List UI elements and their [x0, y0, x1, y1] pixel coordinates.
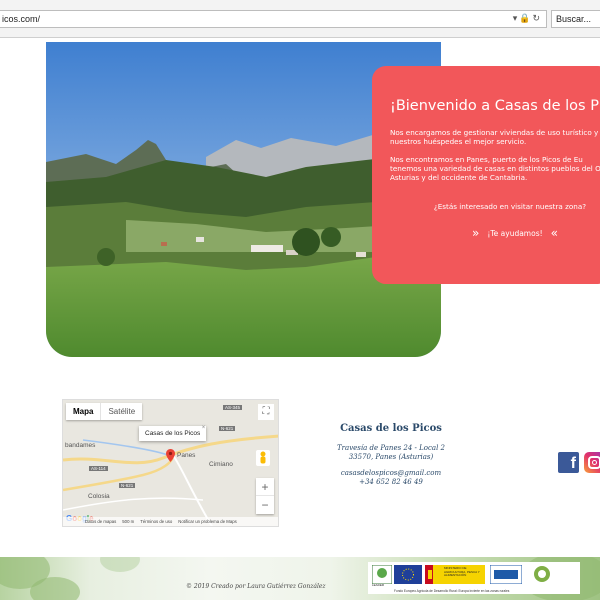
contact-name: Casas de los Picos — [340, 423, 442, 434]
map-place-label: Panes — [177, 452, 196, 459]
welcome-paragraph-2: Nos encontramos en Panes, puerto de los … — [390, 155, 600, 182]
contact-address-line-1: Travesía de Panes 24 - Local 2 — [337, 444, 445, 452]
welcome-paragraph-1: Nos encargamos de gestionar viviendas de… — [390, 128, 600, 146]
double-chevron-right-icon: » — [472, 226, 480, 240]
map-marker-icon[interactable] — [166, 449, 175, 462]
contact-address-line-2: 33570, Panes (Asturias) — [348, 452, 434, 461]
close-icon[interactable]: × — [202, 425, 206, 431]
road-badge: AS-114 — [89, 466, 108, 471]
lock-icon: 🔒 — [519, 13, 533, 23]
map-data-link[interactable]: Datos de mapas — [85, 519, 116, 524]
map-place-label: Colosia — [88, 493, 110, 500]
leader-label: LEADER — [372, 583, 385, 587]
welcome-question: ¿Estás interesado en visitar nuestra zon… — [433, 202, 587, 211]
map-info-window: Casas de los Picos × — [139, 425, 207, 441]
fund-caption: Fondo Europeo Agrícola de Desarrollo Rur… — [394, 589, 510, 593]
map-type-tabs: Mapa Satélite — [66, 403, 143, 420]
page-footer: © 2019 Creado por Laura Gutiérrez Gonzál… — [0, 557, 600, 600]
asturias-logo — [490, 565, 522, 584]
road-badge: N-621 — [119, 483, 136, 488]
road-badge: N-621 — [219, 426, 236, 431]
footer-credit: © 2019 Creado por Laura Gutiérrez Gonzál… — [186, 583, 326, 590]
map-report-link[interactable]: Notificar un problema de Maps — [178, 519, 237, 524]
map-place-label: bandames — [65, 442, 96, 449]
help-cta-button[interactable]: » ¡Te ayudamos! « — [464, 226, 566, 240]
tab-map[interactable]: Mapa — [66, 403, 102, 420]
zoom-in-button[interactable]: + — [256, 478, 274, 496]
eu-flag-logo — [394, 565, 422, 584]
pegman-icon[interactable] — [256, 450, 270, 466]
zoom-out-button[interactable]: − — [256, 496, 274, 514]
tab-satellite[interactable]: Satélite — [101, 403, 142, 420]
welcome-title: ¡Bienvenido a Casas de los Picos — [390, 98, 600, 114]
map-place-label: Cimiano — [209, 461, 233, 468]
search-placeholder: Buscar... — [556, 14, 592, 24]
address-bar[interactable]: icos.com/ ▾🔒↻ — [0, 10, 547, 28]
url-text: icos.com/ — [2, 14, 41, 24]
double-chevron-left-icon: « — [550, 226, 558, 240]
map-footer: Datos de mapas 500 m Términos de uso Not… — [63, 517, 278, 526]
help-cta-label: ¡Te ayudamos! — [487, 228, 543, 238]
map-terms-link[interactable]: Términos de uso — [140, 519, 172, 524]
contact-phone: +34 652 82 46 49 — [359, 477, 423, 486]
social-links: f — [558, 452, 600, 473]
contact-block: Casas de los Picos Travesía de Panes 24 … — [310, 423, 472, 486]
google-map[interactable]: Mapa Satélite ⛶ Casas de los Picos × + −… — [62, 399, 279, 527]
browser-search-input[interactable]: Buscar... — [551, 10, 600, 28]
fullscreen-icon[interactable]: ⛶ — [258, 404, 274, 420]
leader-logo — [372, 565, 392, 584]
url-icons: ▾🔒↻ — [513, 13, 542, 24]
instagram-icon[interactable] — [584, 452, 600, 473]
road-badge: AS-345 — [223, 405, 243, 410]
local-association-logo — [534, 566, 550, 582]
zoom-controls: + − — [256, 478, 274, 514]
reload-icon[interactable]: ↻ — [532, 13, 542, 23]
contact-email[interactable]: casasdelospicos@gmail.com — [310, 469, 472, 478]
ministry-label: MINISTERIO DE AGRICULTURA, PESCA Y ALIME… — [444, 566, 480, 578]
welcome-card: ¡Bienvenido a Casas de los Picos Nos enc… — [372, 66, 600, 284]
map-scale: 500 m — [122, 519, 135, 524]
browser-toolbar: icos.com/ ▾🔒↻ Buscar... — [0, 0, 600, 38]
info-window-title: Casas de los Picos — [145, 430, 201, 437]
facebook-icon[interactable]: f — [558, 452, 579, 473]
sponsor-logos: LEADER MINISTERIO DE AGRICULTURA, PESCA … — [368, 562, 580, 594]
